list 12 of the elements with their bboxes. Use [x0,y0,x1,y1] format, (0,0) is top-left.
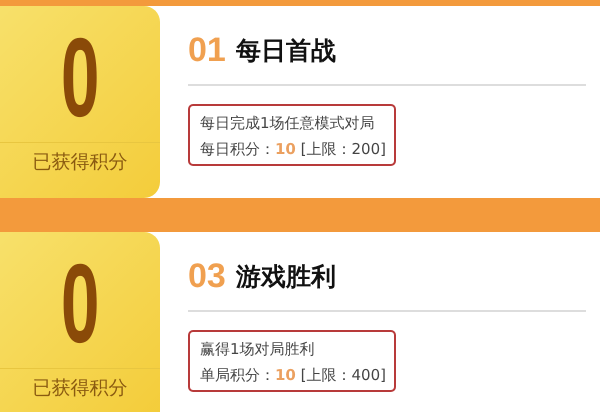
task-description: 赢得1场对局胜利 [200,340,316,358]
task-title: 每日首战 [236,35,336,67]
task-title: 游戏胜利 [236,261,336,293]
score-rule: 单局积分：10 [上限：400] [200,366,386,384]
points-value: 0 [60,22,100,134]
task-description: 每日完成1场任意模式对局 [200,114,376,132]
task-number: 03 [188,258,226,296]
points-value: 0 [60,248,100,360]
points-label: 已获得积分 [32,151,128,174]
points-label: 已获得积分 [32,377,128,400]
task-number: 01 [188,32,226,70]
score-rule: 每日积分：10 [上限：200] [200,140,386,158]
